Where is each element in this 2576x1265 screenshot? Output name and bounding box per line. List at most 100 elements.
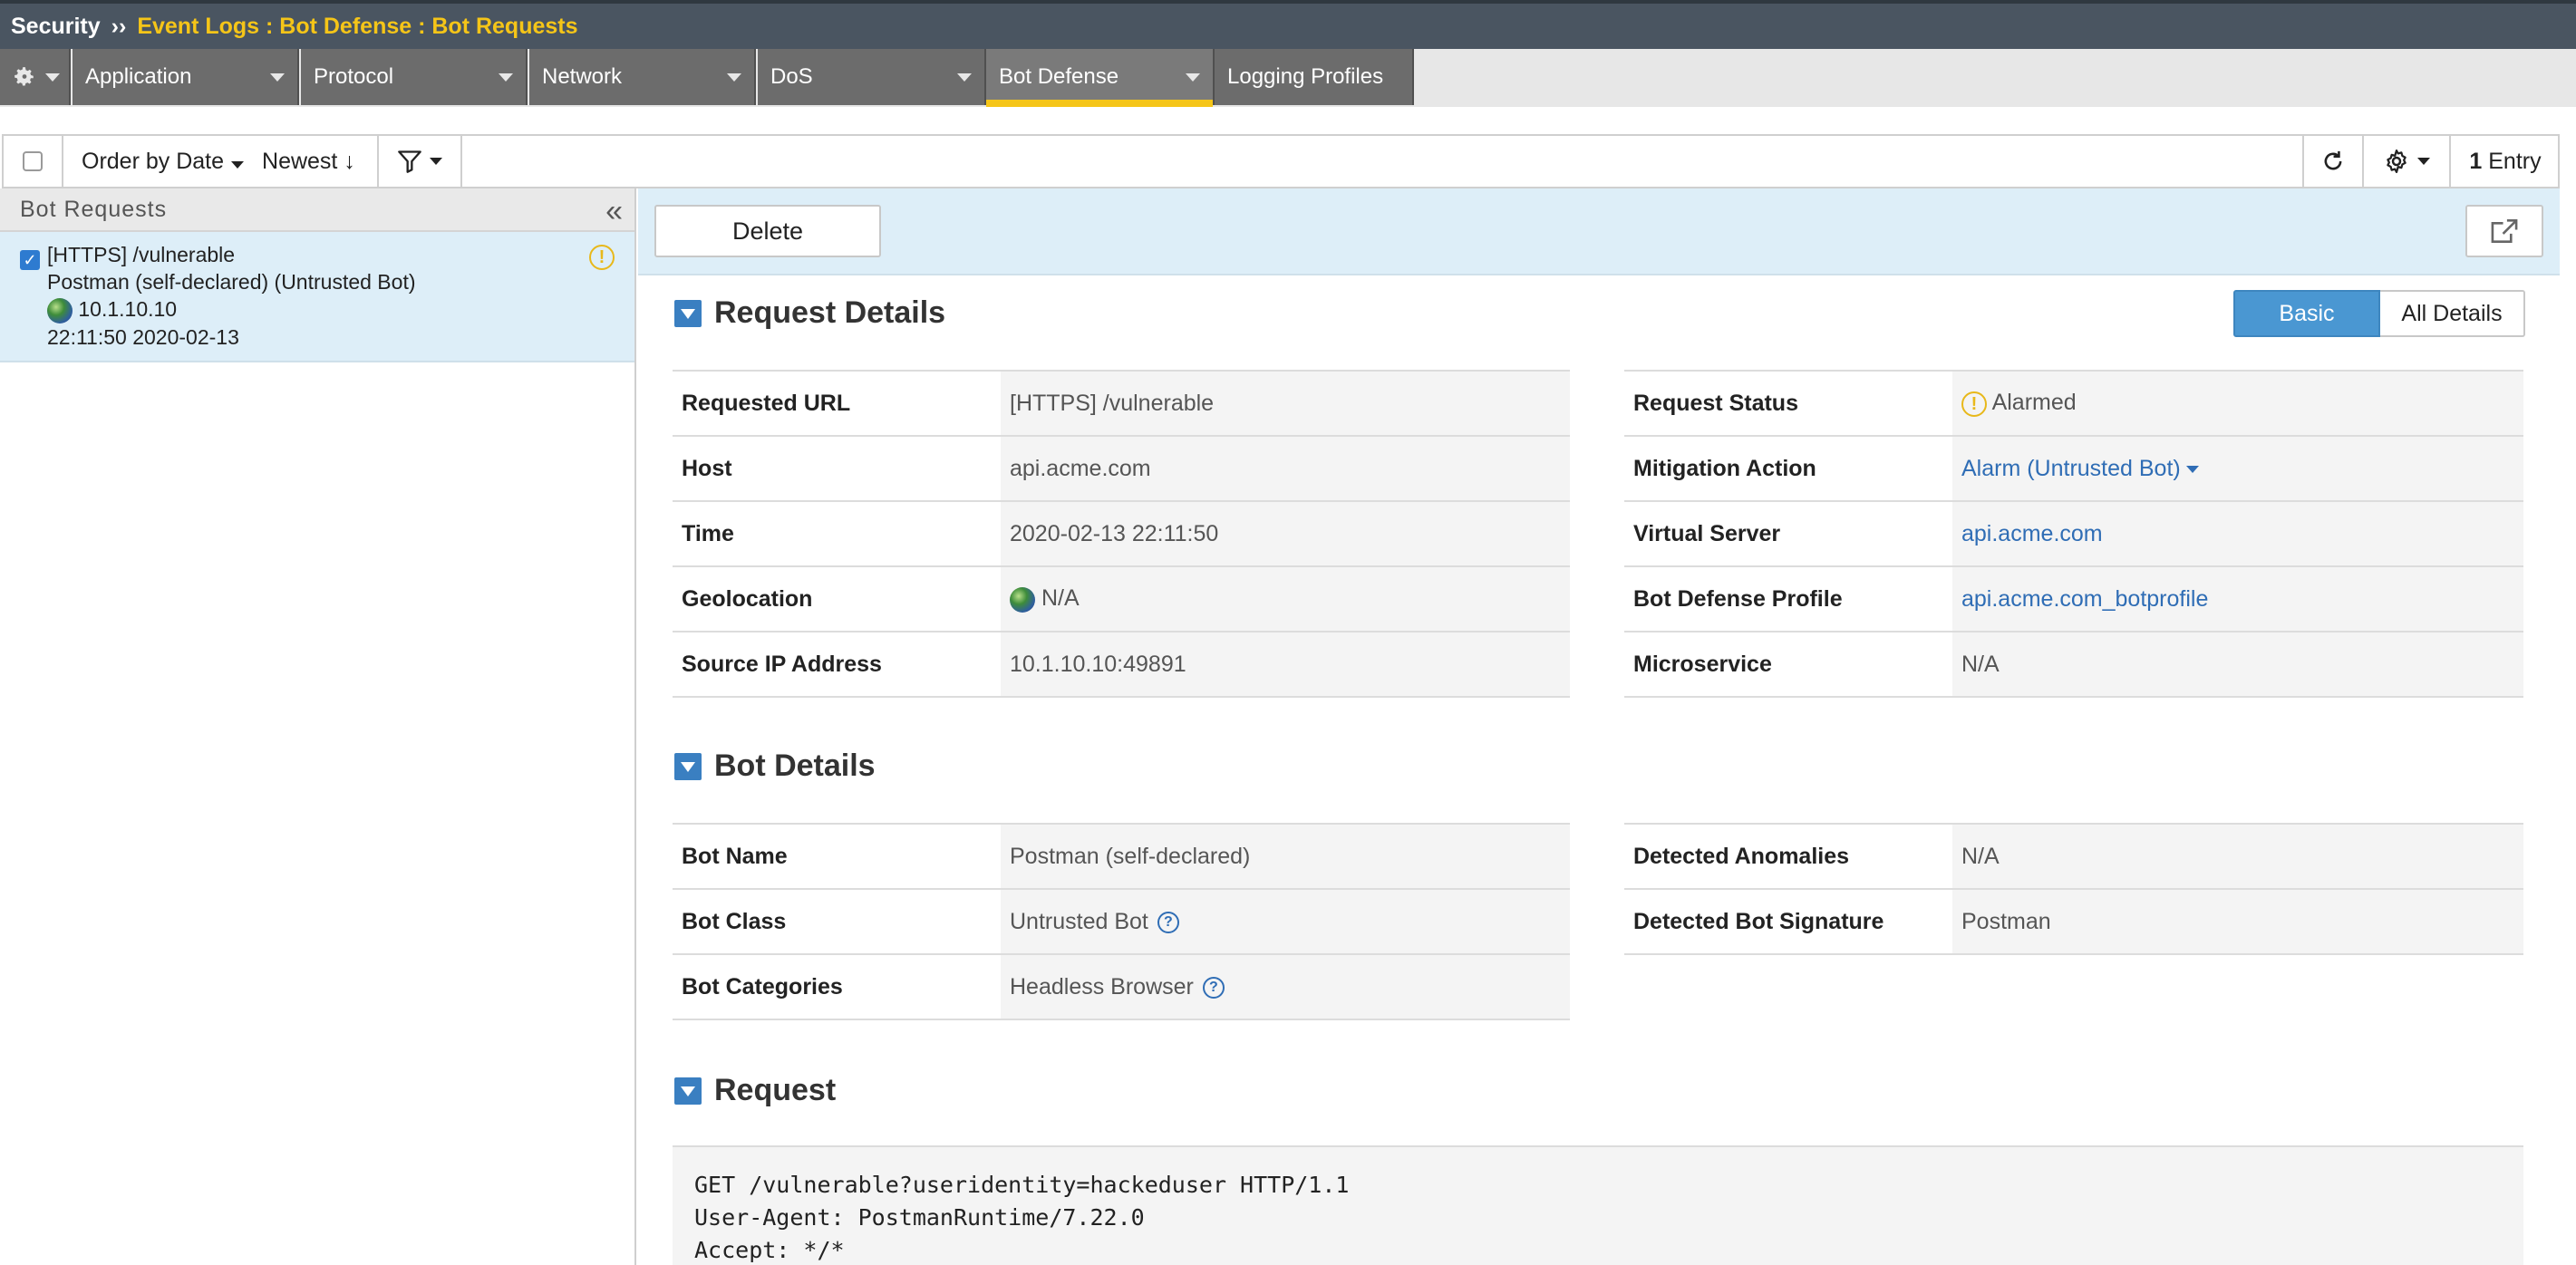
gear-icon [15,67,34,86]
bot-details-toggle[interactable]: Bot Details [674,748,876,784]
mitigation-action-value: Alarm (Untrusted Bot) [1961,455,2181,481]
menu-label: Protocol [314,64,394,89]
sort-controls: Order by Date Newest ↓ [63,136,379,187]
section-title: Request Details [714,295,946,330]
menu-label: Application [85,64,192,89]
refresh-icon [2324,150,2342,170]
breadcrumb-current: Event Logs : Bot Defense : Bot Requests [137,13,578,39]
field-label: Bot Class [673,888,1001,955]
table-row: Bot Class Untrusted Bot? [673,888,1570,955]
menu-application[interactable]: Application [73,49,299,105]
gear-icon [2387,150,2407,173]
field-label: Mitigation Action [1624,435,1952,502]
section-title: Bot Details [714,748,876,783]
menu-protocol[interactable]: Protocol [301,49,528,105]
field-value: Alarm (Untrusted Bot) [1952,435,2523,502]
breadcrumb-root[interactable]: Security [11,14,101,40]
field-value: [HTTPS] /vulnerable [1001,370,1570,437]
menu-dos[interactable]: DoS [758,49,986,105]
request-details-toggle[interactable]: Request Details [674,295,945,331]
table-row: Request Status! Alarmed [1624,370,2523,437]
geolocation-value: N/A [1041,585,1080,612]
request-toggle[interactable]: Request [674,1073,836,1108]
field-label: Request Status [1624,370,1952,437]
all-details-button[interactable]: All Details [2380,290,2525,337]
chevron-down-icon [727,73,741,82]
chevron-down-icon [2417,158,2430,165]
chevron-down-icon [270,73,285,82]
field-value: 2020-02-13 22:11:50 [1001,500,1570,567]
request-line: User-Agent: PostmanRuntime/7.22.0 [694,1204,1145,1231]
panel-header: Bot Requests « [0,188,634,232]
action-bar: Delete [638,188,2560,275]
mitigation-action-dropdown[interactable]: Alarm (Untrusted Bot) [1961,456,2199,481]
request-details-left: Requested URL [HTTPS] /vulnerable Host api… [673,370,1570,698]
view-toggle: Basic All Details [2233,290,2525,337]
bot-defense-profile-link[interactable]: api.acme.com_botprofile [1961,586,2208,612]
request-line: Accept: */* [694,1237,845,1263]
settings-menu[interactable] [0,49,71,105]
table-row: Detected Anomalies N/A [1624,823,2523,890]
field-label: Source IP Address [673,631,1001,698]
field-value: Untrusted Bot? [1001,888,1570,955]
table-settings-button[interactable] [2364,136,2451,187]
panel-title: Bot Requests [20,196,168,222]
help-icon[interactable]: ? [1157,911,1179,933]
field-label: Bot Defense Profile [1624,565,1952,632]
sort-direction-toggle[interactable]: Newest ↓ [262,149,355,175]
menu-logging-profiles[interactable]: Logging Profiles [1215,49,1414,105]
refresh-button[interactable] [2302,136,2364,187]
table-row: Microservice N/A [1624,631,2523,698]
filter-icon [398,150,421,173]
order-by-dropdown[interactable]: Order by Date [82,149,245,175]
open-external-button[interactable] [2465,205,2543,257]
list-toolbar: Order by Date Newest ↓ 1 Entry [2,134,2560,188]
collapse-panel-button[interactable]: « [605,194,624,229]
menu-bot-defense[interactable]: Bot Defense [986,49,1215,107]
breadcrumb: Security ›› Event Logs : Bot Defense : B… [0,0,2576,49]
list-item[interactable]: ✓ [HTTPS] /vulnerable Postman (self-decl… [0,232,634,362]
item-request-url: [HTTPS] /vulnerable [47,243,236,266]
table-row: Host api.acme.com [673,435,1570,502]
help-icon[interactable]: ? [1202,976,1225,999]
entry-count-number: 1 [2469,148,2483,174]
warning-icon: ! [1961,391,1987,417]
field-value: api.acme.com_botprofile [1952,565,2523,632]
menu-bar: Application Protocol Network DoS Bot Def… [0,49,2576,107]
filter-button[interactable] [379,136,462,187]
table-row: Source IP Address 10.1.10.10:49891 [673,631,1570,698]
warning-icon: ! [589,245,615,270]
menu-label: Network [542,64,623,89]
item-ip-row: 10.1.10.10 [47,295,634,323]
table-row: Bot Defense Profile api.acme.com_botprofi… [1624,565,2523,632]
collapse-icon [674,752,702,780]
field-value: api.acme.com [1952,500,2523,567]
field-value: N/A [1952,631,2523,698]
delete-button[interactable]: Delete [654,205,881,257]
field-value: ! Alarmed [1952,370,2523,437]
item-checkbox[interactable]: ✓ [20,250,40,270]
field-value: Headless Browser? [1001,953,1570,1020]
menu-network[interactable]: Network [529,49,756,105]
select-all-cell [4,136,63,187]
item-time: 22:11:50 2020-02-13 [47,324,239,349]
chevron-down-icon [957,73,972,82]
basic-view-button[interactable]: Basic [2233,290,2380,337]
chevron-down-icon [45,73,60,82]
status-value: Alarmed [1991,390,2077,415]
table-row: Requested URL [HTTPS] /vulnerable [673,370,1570,437]
virtual-server-link[interactable]: api.acme.com [1961,521,2103,546]
table-row: Bot Categories Headless Browser? [673,953,1570,1020]
field-value: 10.1.10.10:49891 [1001,631,1570,698]
collapse-icon [674,1077,702,1105]
table-row: Detected Bot Signature Postman [1624,888,2523,955]
menu-label: Logging Profiles [1227,64,1384,89]
table-row: Mitigation Action Alarm (Untrusted Bot) [1624,435,2523,502]
field-label: Bot Name [673,823,1001,890]
bot-details-left: Bot Name Postman (self-declared) Bot Clas… [673,823,1570,1020]
collapse-icon [674,299,702,327]
select-all-checkbox[interactable] [23,151,43,171]
table-row: Virtual Server api.acme.com [1624,500,2523,567]
field-label: Microservice [1624,631,1952,698]
field-label: Geolocation [673,565,1001,632]
